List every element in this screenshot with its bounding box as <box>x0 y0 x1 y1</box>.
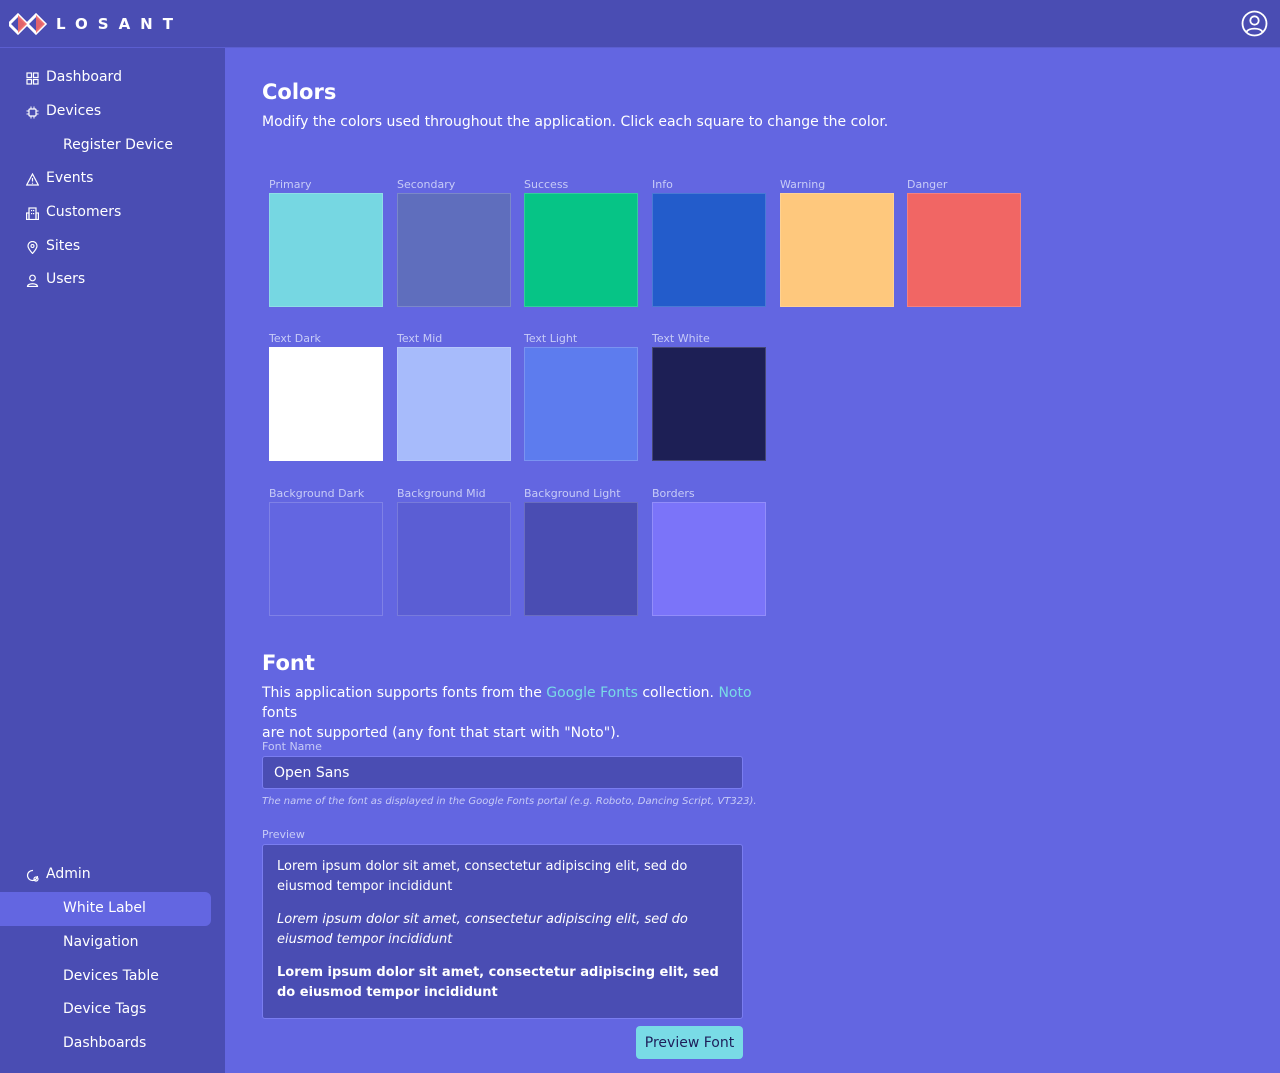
sidebar-item-register-device[interactable]: Register Device <box>0 129 211 163</box>
user-icon <box>26 274 39 287</box>
font-name-input[interactable] <box>262 756 743 789</box>
swatch-label-success: Success <box>524 178 569 191</box>
building-icon <box>26 207 39 220</box>
swatch-label-info: Info <box>652 178 673 191</box>
sidebar-item-label: Sites <box>46 238 81 254</box>
sidebar-item-dashboards[interactable]: Dashboards <box>0 1027 211 1061</box>
swatch-label-warning: Warning <box>780 178 826 191</box>
sidebar-item-label: Device Tags <box>63 1001 147 1017</box>
sidebar-item-devices-table[interactable]: Devices Table <box>0 960 211 994</box>
swatch-label-danger: Danger <box>907 178 948 191</box>
sidebar-item-label: Customers <box>46 204 122 220</box>
noto-link[interactable]: Noto <box>718 685 751 701</box>
admin-gear-icon <box>26 869 39 882</box>
google-fonts-link[interactable]: Google Fonts <box>546 685 638 701</box>
swatch-text-white[interactable] <box>652 347 766 461</box>
sidebar-item-label: Navigation <box>63 934 139 950</box>
warning-icon <box>26 173 39 186</box>
losant-logo-icon <box>9 12 47 36</box>
top-bar: LOSANT <box>0 0 1280 48</box>
swatch-label-text-mid: Text Mid <box>397 332 443 345</box>
swatch-label-text-white: Text White <box>652 332 710 345</box>
preview-font-button[interactable]: Preview Font <box>636 1026 743 1059</box>
swatch-background-dark[interactable] <box>269 502 383 616</box>
sidebar-item-device-tags[interactable]: Device Tags <box>0 993 211 1027</box>
font-desc-text: are not supported (any font that start w… <box>262 725 621 741</box>
sidebar-item-navigation[interactable]: Navigation <box>0 926 211 960</box>
preview-italic-text: Lorem ipsum dolor sit amet, consectetur … <box>277 912 688 947</box>
colors-description: Modify the colors used throughout the ap… <box>262 114 889 130</box>
swatch-label-background-mid: Background Mid <box>397 487 486 500</box>
sidebar: Dashboard Devices Register Device Events <box>0 48 225 1073</box>
sidebar-item-white-label[interactable]: White Label <box>0 892 211 926</box>
swatch-danger[interactable] <box>907 193 1021 307</box>
swatch-success[interactable] <box>524 193 638 307</box>
swatch-label-text-light: Text Light <box>524 332 578 345</box>
sidebar-item-label: Devices <box>46 103 102 119</box>
sidebar-item-label: Register Device <box>63 137 173 153</box>
sidebar-item-dashboard[interactable]: Dashboard <box>0 61 211 95</box>
font-desc-text: This application supports fonts from the <box>262 685 547 701</box>
swatch-label-primary: Primary <box>269 178 312 191</box>
preview-regular-text: Lorem ipsum dolor sit amet, consectetur … <box>277 859 688 894</box>
swatch-background-light[interactable] <box>524 502 638 616</box>
swatch-label-background-dark: Background Dark <box>269 487 365 500</box>
font-desc-text: fonts <box>262 705 298 721</box>
swatch-primary[interactable] <box>269 193 383 307</box>
font-desc-text: collection. <box>637 685 719 701</box>
sidebar-item-sites[interactable]: Sites <box>0 230 211 264</box>
font-title: Font <box>262 651 315 675</box>
sidebar-item-label: Devices Table <box>63 968 159 984</box>
swatch-info[interactable] <box>652 193 766 307</box>
preview-label: Preview <box>262 828 305 841</box>
preview-bold-text: Lorem ipsum dolor sit amet, consectetur … <box>277 965 719 1000</box>
main-content: Colors Modify the colors used throughout… <box>225 48 1280 1073</box>
map-pin-icon <box>27 241 38 254</box>
grid-icon <box>26 72 39 85</box>
sidebar-item-events[interactable]: Events <box>0 162 211 196</box>
swatch-borders[interactable] <box>652 502 766 616</box>
sidebar-item-label: Admin <box>46 866 91 882</box>
sidebar-item-customers[interactable]: Customers <box>0 196 211 230</box>
font-preview-box: Lorem ipsum dolor sit amet, consectetur … <box>262 844 743 1019</box>
swatch-label-borders: Borders <box>652 487 695 500</box>
swatch-text-light[interactable] <box>524 347 638 461</box>
sidebar-item-label: Users <box>46 271 86 287</box>
brand-name: LOSANT <box>56 15 183 33</box>
colors-title: Colors <box>262 80 337 104</box>
swatch-label-secondary: Secondary <box>397 178 456 191</box>
sidebar-item-users[interactable]: Users <box>0 263 211 297</box>
sidebar-item-label: White Label <box>63 900 146 916</box>
font-description: This application supports fonts from the… <box>262 683 782 743</box>
sidebar-item-label: Events <box>46 170 94 186</box>
swatch-background-mid[interactable] <box>397 502 511 616</box>
sidebar-item-label: Dashboards <box>63 1035 147 1051</box>
font-name-label: Font Name <box>262 740 322 753</box>
chip-icon <box>26 106 39 119</box>
swatch-text-dark[interactable] <box>269 347 383 461</box>
user-circle-icon[interactable] <box>1241 10 1268 37</box>
swatch-warning[interactable] <box>780 193 894 307</box>
sidebar-item-devices[interactable]: Devices <box>0 95 211 129</box>
swatch-label-text-dark: Text Dark <box>269 332 321 345</box>
swatch-text-mid[interactable] <box>397 347 511 461</box>
font-name-hint: The name of the font as displayed in the… <box>262 796 757 807</box>
swatch-label-background-light: Background Light <box>524 487 621 500</box>
sidebar-item-label: Dashboard <box>46 69 122 85</box>
swatch-secondary[interactable] <box>397 193 511 307</box>
sidebar-item-admin[interactable]: Admin <box>0 858 211 892</box>
